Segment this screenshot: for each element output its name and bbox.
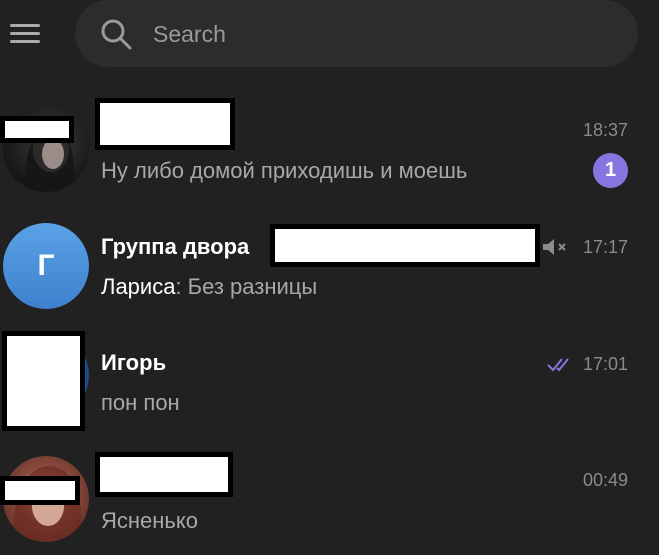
chat-item[interactable]: Игорь 17:01 пон пон bbox=[0, 322, 659, 437]
chat-time: 18:37 bbox=[582, 120, 628, 140]
chat-preview: Ясненько bbox=[101, 508, 198, 533]
message-text: Без разницы bbox=[187, 274, 318, 299]
chat-time: 00:49 bbox=[582, 470, 628, 490]
unread-badge: 1 bbox=[593, 153, 628, 188]
chat-name: Игорь bbox=[101, 350, 167, 375]
chat-time: 17:17 bbox=[582, 237, 628, 257]
redacted-name bbox=[95, 98, 235, 150]
avatar-letter: Г bbox=[37, 249, 55, 282]
chat-preview: пон пон bbox=[101, 390, 180, 415]
search-icon bbox=[101, 19, 132, 50]
chat-name: Группа двора bbox=[101, 234, 250, 259]
redacted-avatar bbox=[2, 331, 85, 431]
redacted-block bbox=[270, 224, 540, 267]
chat-time: 17:01 bbox=[582, 354, 628, 374]
chat-preview: Лариса: Без разницы bbox=[101, 274, 318, 299]
search-box[interactable] bbox=[75, 0, 638, 67]
menu-icon[interactable] bbox=[10, 22, 42, 44]
redacted-name bbox=[95, 452, 233, 497]
chat-item[interactable]: 00:49 Ясненько bbox=[0, 440, 659, 555]
top-bar bbox=[0, 0, 659, 80]
double-check-icon bbox=[547, 358, 569, 372]
avatar: Г bbox=[3, 223, 89, 309]
search-input[interactable] bbox=[151, 14, 615, 54]
chat-item[interactable]: 18:37 Ну либо домой приходишь и моешь 1 bbox=[0, 92, 659, 207]
chat-item[interactable]: Г Группа двора 17:17 Лариса: Без разницы bbox=[0, 207, 659, 322]
redacted-block bbox=[0, 476, 80, 505]
redacted-block bbox=[0, 116, 74, 143]
chat-preview: Ну либо домой приходишь и моешь bbox=[101, 158, 468, 183]
mute-icon bbox=[543, 239, 566, 255]
sender-name: Лариса bbox=[101, 274, 176, 299]
